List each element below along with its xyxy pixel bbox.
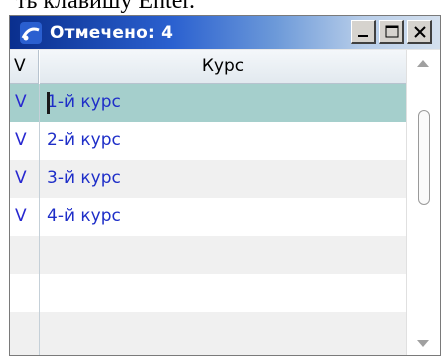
scrollbar-thumb[interactable] — [418, 110, 430, 205]
row-check-mark[interactable]: V — [15, 168, 27, 188]
table-row[interactable]: V 2-й курс — [10, 122, 406, 160]
row-label: 1-й курс — [47, 92, 121, 112]
row-check-mark[interactable]: V — [15, 130, 27, 150]
maximize-icon — [385, 25, 399, 38]
vertical-scrollbar[interactable] — [406, 50, 440, 355]
close-button[interactable] — [407, 20, 432, 44]
row-label: 4-й курс — [47, 206, 121, 226]
text-cursor — [47, 92, 50, 114]
minimize-button[interactable] — [351, 20, 376, 44]
background-text: ть клавишу Enter. — [16, 0, 196, 14]
selection-window: Отмечено: 4 V Курс V 1-й курс V 2-й курс… — [9, 15, 441, 356]
table-row[interactable]: V 4-й курс — [10, 198, 406, 236]
empty-row — [10, 236, 406, 274]
minimize-icon — [358, 35, 368, 37]
background-document-text: ть клавишу Enter. — [0, 0, 441, 16]
column-separator — [39, 84, 40, 355]
app-icon — [20, 22, 42, 44]
window-title: Отмечено: 4 — [50, 23, 174, 43]
column-header-check[interactable]: V — [10, 50, 39, 84]
empty-row — [10, 312, 406, 355]
scroll-down-arrow-icon[interactable] — [417, 340, 429, 347]
maximize-button[interactable] — [379, 20, 404, 44]
title-bar[interactable]: Отмечено: 4 — [10, 16, 440, 49]
row-label: 3-й курс — [47, 168, 121, 188]
close-icon — [414, 26, 426, 38]
row-check-mark[interactable]: V — [15, 92, 27, 112]
column-header-course[interactable]: Курс — [40, 50, 406, 84]
empty-row — [10, 274, 406, 312]
scroll-up-arrow-icon[interactable] — [417, 60, 429, 67]
row-check-mark[interactable]: V — [15, 206, 27, 226]
course-grid: V Курс V 1-й курс V 2-й курс V 3-й курс … — [10, 50, 440, 355]
row-label: 2-й курс — [47, 130, 121, 150]
table-row[interactable]: V 1-й курс — [10, 84, 406, 122]
table-row[interactable]: V 3-й курс — [10, 160, 406, 198]
